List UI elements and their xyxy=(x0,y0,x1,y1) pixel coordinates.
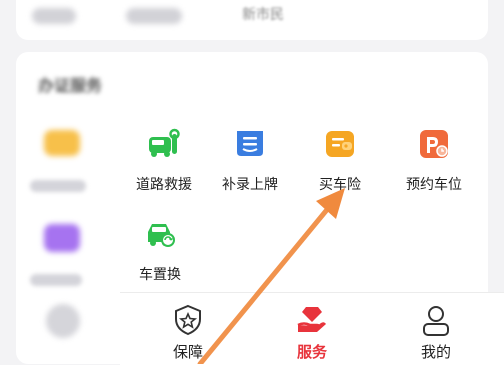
blurred-label xyxy=(32,8,76,24)
section-title: 办证服务 xyxy=(38,76,103,95)
parking-reservation-icon xyxy=(418,128,450,160)
top-strip: 新市民 xyxy=(16,0,488,40)
top-strip-label: 新市民 xyxy=(242,7,284,23)
tab-label: 保障 xyxy=(172,343,203,361)
blurred-label xyxy=(126,8,182,24)
service-car-exchange[interactable]: 车置换 xyxy=(112,218,208,284)
bottom-tab-bar: 保障 服务 我的 xyxy=(120,292,504,365)
service-roadside-assistance[interactable]: 道路救援 xyxy=(116,128,212,194)
shield-star-icon xyxy=(171,303,205,337)
service-label: 买车险 xyxy=(319,177,361,193)
person-icon xyxy=(419,303,453,337)
service-label: 道路救援 xyxy=(136,177,192,193)
tab-label: 服务 xyxy=(296,343,327,361)
car-insurance-icon xyxy=(324,128,356,160)
service-label: 补录上牌 xyxy=(222,177,278,193)
service-label: 预约车位 xyxy=(406,177,462,193)
blurred-app-icon xyxy=(44,130,80,156)
tab-label: 我的 xyxy=(420,343,451,361)
service-plate-registration[interactable]: 补录上牌 xyxy=(202,128,298,194)
tab-protection[interactable]: 保障 xyxy=(140,293,236,365)
service-label: 车置换 xyxy=(139,267,181,283)
blurred-label xyxy=(30,180,86,192)
blurred-app-icon xyxy=(44,224,80,252)
car-exchange-icon xyxy=(144,218,176,250)
tab-services[interactable]: 服务 xyxy=(264,293,360,365)
tab-mine[interactable]: 我的 xyxy=(388,293,484,365)
hand-diamond-icon xyxy=(295,303,329,337)
roadside-assistance-icon xyxy=(148,128,180,160)
plate-registration-icon xyxy=(234,128,266,160)
blurred-label xyxy=(30,274,82,286)
service-parking-reservation[interactable]: 预约车位 xyxy=(386,128,482,194)
blurred-tab-icon xyxy=(46,304,80,338)
service-car-insurance[interactable]: 买车险 xyxy=(292,128,388,194)
